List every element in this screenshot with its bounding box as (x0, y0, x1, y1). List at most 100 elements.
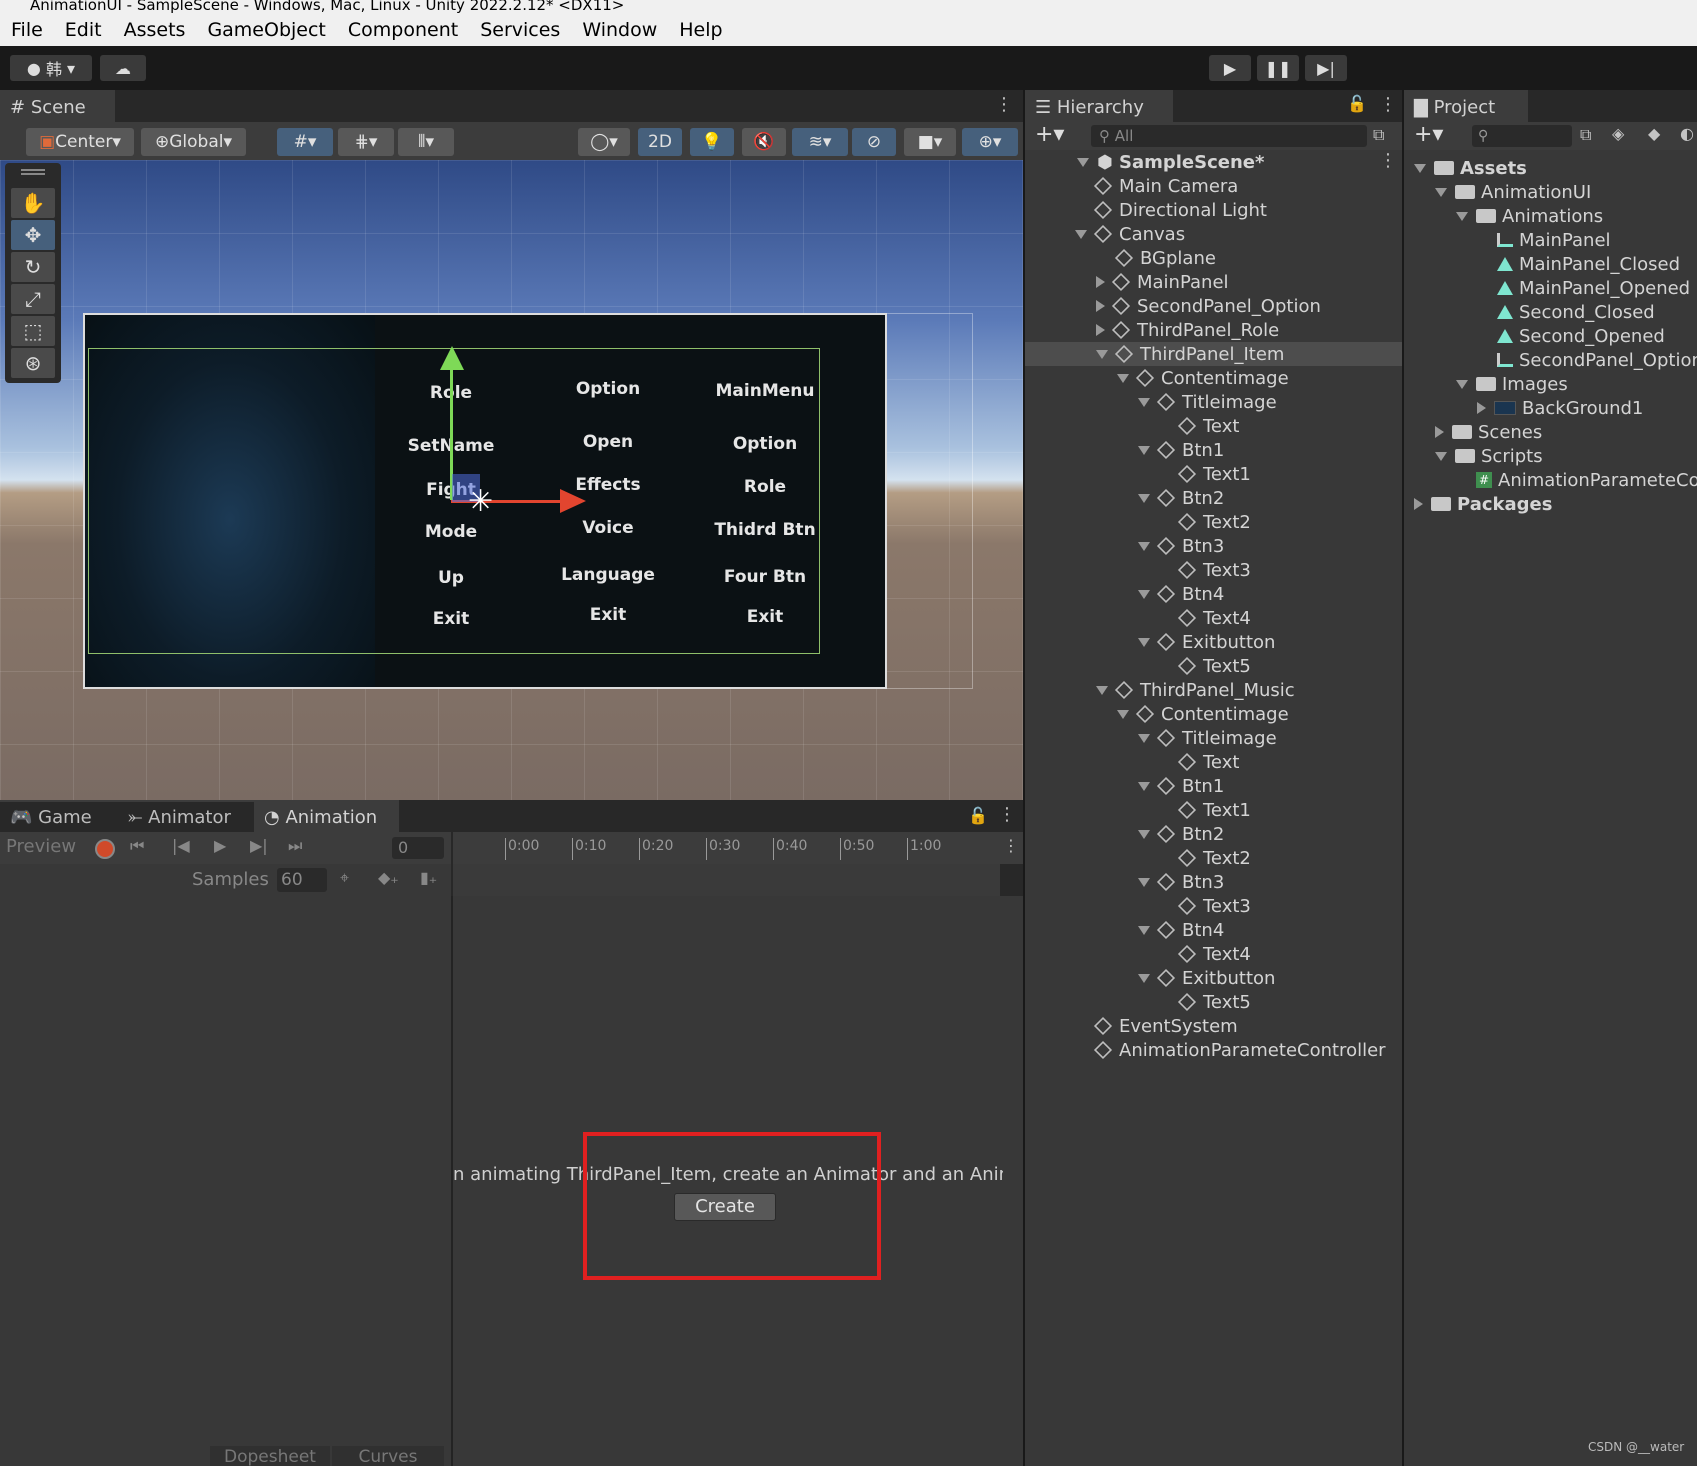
hierarchy-item[interactable]: Btn2 (1025, 486, 1402, 510)
menu-window[interactable]: Window (571, 19, 668, 41)
more-icon[interactable]: ⋮ (998, 804, 1016, 825)
hierarchy-item[interactable]: Text3 (1025, 558, 1402, 582)
hierarchy-item[interactable]: Text2 (1025, 846, 1402, 870)
project-item[interactable]: Images (1456, 372, 1568, 396)
add-keyframe-icon[interactable]: ◆₊ (378, 868, 399, 887)
dopesheet-tab[interactable]: Dopesheet (210, 1446, 330, 1466)
hierarchy-item[interactable]: Text3 (1025, 894, 1402, 918)
frame-input[interactable]: 0 (392, 837, 444, 859)
rect-tool-button[interactable]: ⬚ (11, 316, 55, 346)
chevron-down-icon[interactable] (1138, 397, 1150, 407)
menu-gameobject[interactable]: GameObject (196, 19, 336, 41)
chevron-down-icon[interactable] (1138, 637, 1150, 647)
chevron-down-icon[interactable] (1117, 373, 1129, 383)
hierarchy-item[interactable]: Titleimage (1025, 390, 1402, 414)
hierarchy-item[interactable]: Btn1 (1025, 438, 1402, 462)
next-key-button[interactable]: ▶| (250, 836, 268, 855)
hierarchy-item[interactable]: Btn4 (1025, 582, 1402, 606)
hierarchy-item[interactable]: ThirdPanel_Role (1025, 318, 1402, 342)
cloud-button[interactable]: ☁ (100, 55, 146, 81)
label-icon[interactable]: ◆ (1648, 124, 1660, 143)
visibility-toggle[interactable]: ⊘ (852, 128, 896, 156)
menu-services[interactable]: Services (469, 19, 571, 41)
hierarchy-item[interactable]: Text2 (1025, 510, 1402, 534)
chevron-down-icon[interactable] (1414, 163, 1426, 173)
project-item[interactable]: AnimationUI (1435, 180, 1591, 204)
hierarchy-item[interactable]: AnimationParameteController (1025, 1038, 1402, 1062)
hierarchy-item[interactable]: Titleimage (1025, 726, 1402, 750)
hierarchy-item[interactable]: Text4 (1025, 942, 1402, 966)
project-item[interactable]: MainPanel (1477, 228, 1611, 252)
menu-file[interactable]: File (0, 19, 54, 41)
search-options-icon[interactable]: ⧉ (1580, 125, 1591, 145)
chevron-down-icon[interactable] (1138, 733, 1150, 743)
search-options-icon[interactable]: ⧉ (1373, 125, 1384, 145)
hierarchy-item[interactable]: Text4 (1025, 606, 1402, 630)
effects-dropdown[interactable]: ≋▾ (792, 128, 848, 156)
chevron-right-icon[interactable] (1096, 324, 1105, 336)
project-item[interactable]: Scripts (1435, 444, 1543, 468)
drag-handle-icon[interactable] (21, 169, 45, 175)
hierarchy-item[interactable]: Text5 (1025, 654, 1402, 678)
move-tool-button[interactable]: ✥ (11, 220, 55, 250)
project-item[interactable]: BackGround1 (1477, 396, 1643, 420)
panel-divider[interactable] (1023, 90, 1025, 1466)
hierarchy-item[interactable]: Btn4 (1025, 918, 1402, 942)
play-anim-button[interactable]: ▶ (214, 836, 226, 855)
chevron-down-icon[interactable] (1117, 709, 1129, 719)
lock-icon[interactable]: 🔓 (968, 806, 988, 825)
hierarchy-item[interactable]: Text1 (1025, 462, 1402, 486)
crosshair-icon[interactable]: ⌖ (340, 868, 349, 888)
project-item[interactable]: MainPanel_Closed (1477, 252, 1680, 276)
hierarchy-item[interactable]: Text5 (1025, 990, 1402, 1014)
scene-root-row[interactable]: ⬢ SampleScene* (1077, 150, 1264, 174)
transform-tool-button[interactable]: ⊛ (11, 348, 55, 378)
menu-edit[interactable]: Edit (54, 19, 113, 41)
first-key-button[interactable]: ⏮ (130, 836, 144, 856)
audio-toggle[interactable]: 🔇 (742, 128, 786, 156)
chevron-down-icon[interactable] (1096, 685, 1108, 695)
chevron-down-icon[interactable] (1456, 211, 1468, 221)
grid-snap-button[interactable]: #▾ (277, 128, 333, 156)
event-track[interactable] (453, 864, 1000, 896)
scale-tool-button[interactable]: ⤢ (11, 284, 55, 314)
project-item[interactable]: Packages (1414, 492, 1552, 516)
chevron-down-icon[interactable] (1138, 781, 1150, 791)
chevron-down-icon[interactable] (1138, 589, 1150, 599)
project-item[interactable]: Second_Opened (1477, 324, 1665, 348)
filter-type-icon[interactable]: ◈ (1612, 124, 1624, 143)
project-item[interactable]: Second_Closed (1477, 300, 1655, 324)
hierarchy-item[interactable]: ThirdPanel_Item (1025, 342, 1402, 366)
gizmos-dropdown[interactable]: ⊕▾ (962, 128, 1018, 156)
hierarchy-item[interactable]: Btn2 (1025, 822, 1402, 846)
hierarchy-item[interactable]: Text1 (1025, 798, 1402, 822)
chevron-down-icon[interactable] (1138, 829, 1150, 839)
menu-component[interactable]: Component (337, 19, 469, 41)
rotate-tool-button[interactable]: ↻ (11, 252, 55, 282)
timeline-ruler[interactable]: 0:00 0:10 0:20 0:30 0:40 0:50 1:00 ⋮ (453, 832, 1023, 864)
tab-hierarchy[interactable]: ☰ Hierarchy (1025, 90, 1173, 122)
pause-button[interactable]: ❚❚ (1257, 55, 1299, 81)
chevron-down-icon[interactable] (1096, 349, 1108, 359)
add-object-button[interactable]: +▾ (1035, 122, 1064, 147)
snap-increment-button[interactable]: ⋕▾ (338, 128, 394, 156)
project-item[interactable]: # AnimationParameteCon (1456, 468, 1697, 492)
gizmo-x-arrow[interactable] (560, 489, 586, 513)
ruler-button[interactable]: ⦀▾ (398, 128, 454, 156)
tab-animation[interactable]: ◔ Animation (254, 800, 399, 832)
chevron-down-icon[interactable] (1435, 187, 1447, 197)
preview-toggle[interactable]: Preview (6, 836, 76, 857)
hierarchy-item[interactable]: SecondPanel_Option (1025, 294, 1402, 318)
hierarchy-item[interactable]: EventSystem (1025, 1014, 1402, 1038)
hierarchy-item[interactable]: ThirdPanel_Music (1025, 678, 1402, 702)
hierarchy-item[interactable]: Exitbutton (1025, 966, 1402, 990)
chevron-right-icon[interactable] (1435, 426, 1444, 438)
scene-more-icon[interactable]: ⋮ (1379, 150, 1397, 171)
space-dropdown[interactable]: ⊕ Global ▾ (141, 128, 246, 156)
account-dropdown[interactable]: ● 韩 ▾ (10, 55, 92, 81)
hierarchy-search-input[interactable]: ⚲ All (1091, 125, 1367, 147)
more-icon[interactable]: ⋮ (995, 94, 1013, 115)
hierarchy-item[interactable]: Canvas (1025, 222, 1402, 246)
chevron-right-icon[interactable] (1096, 276, 1105, 288)
hand-tool-button[interactable]: ✋ (11, 188, 55, 218)
